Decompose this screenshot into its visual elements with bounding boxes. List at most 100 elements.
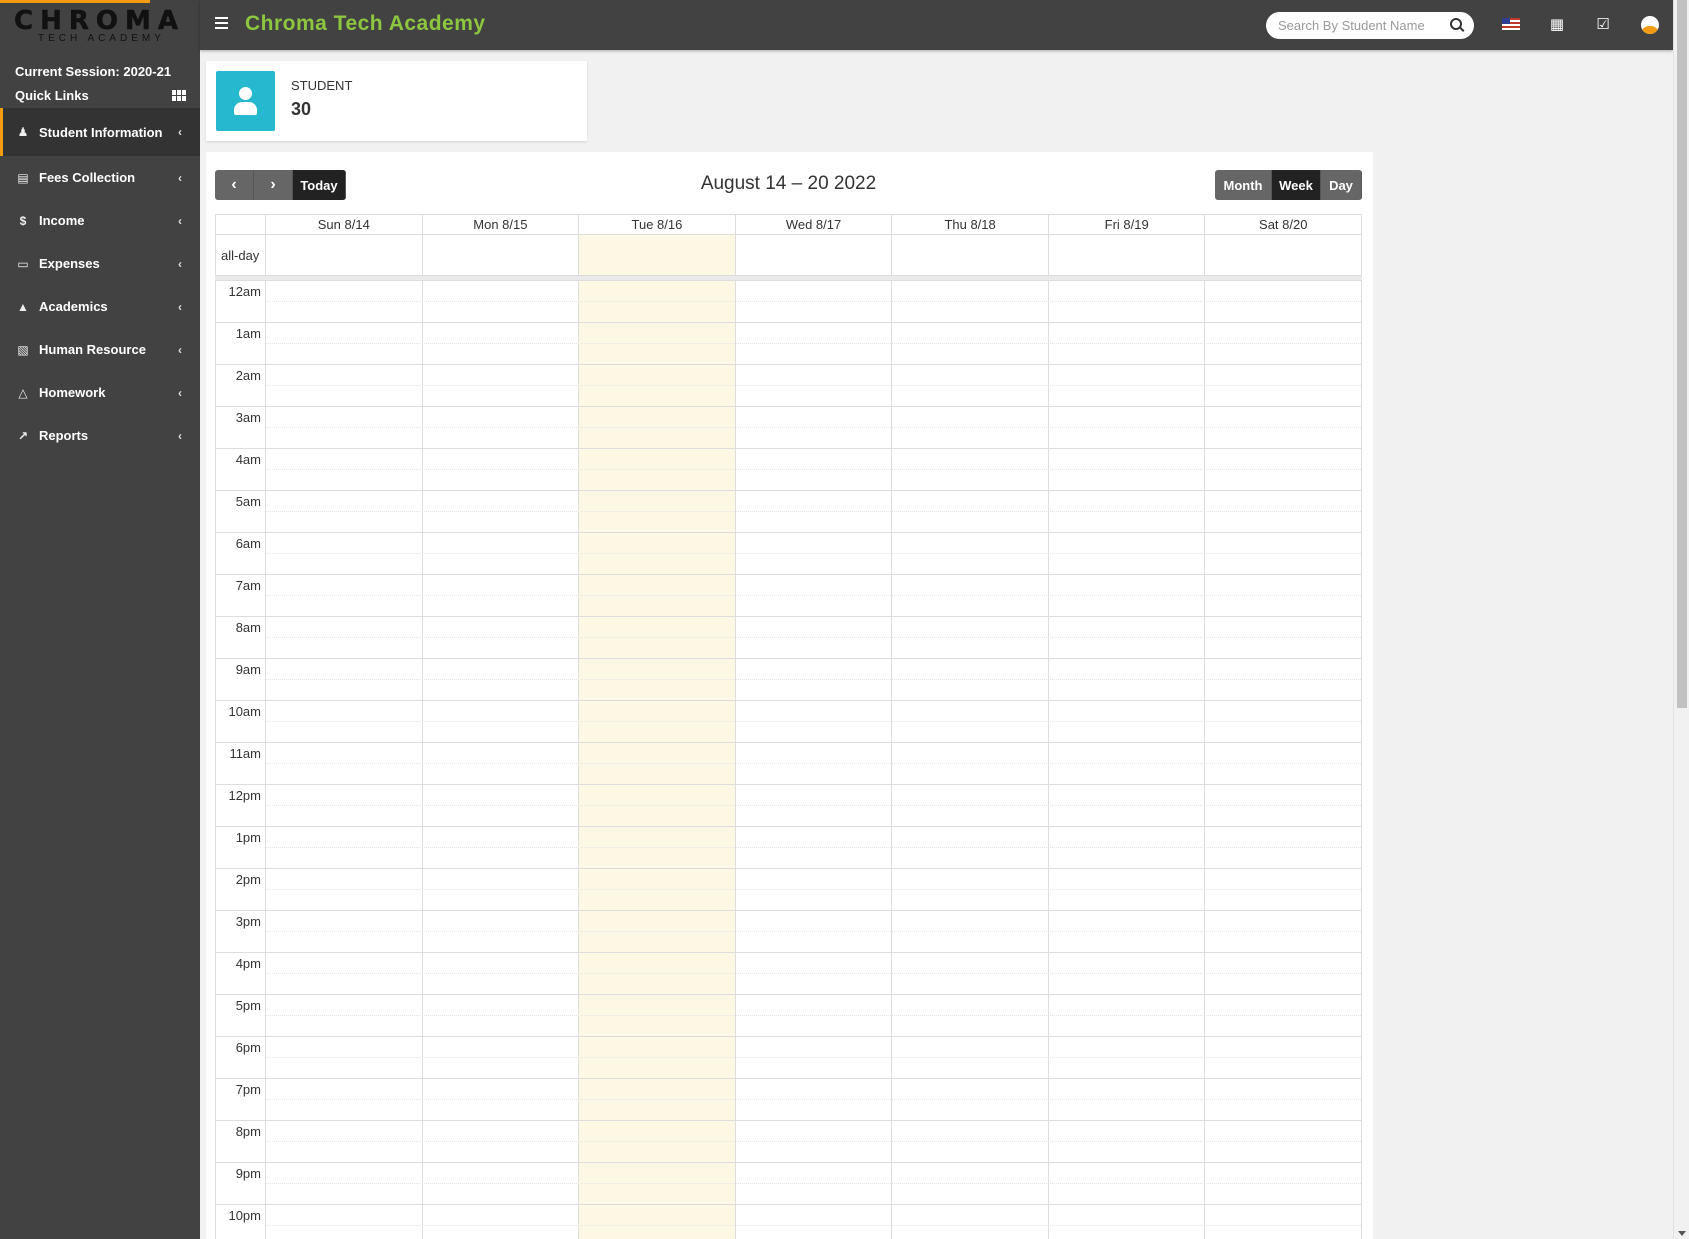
month-view-button[interactable]: Month (1215, 170, 1272, 200)
time-slot-cell[interactable] (266, 1121, 423, 1162)
time-slot-cell[interactable] (266, 407, 423, 448)
sidebar-item-income[interactable]: $ Income ‹ (0, 199, 200, 242)
time-slot-cell[interactable] (423, 743, 580, 784)
time-slot-cell[interactable] (736, 995, 893, 1036)
time-slot-cell[interactable] (423, 1121, 580, 1162)
time-slot-cell[interactable] (892, 659, 1049, 700)
all-day-cell[interactable] (736, 235, 893, 275)
time-slot-cell-today[interactable] (579, 1037, 736, 1078)
time-slot-cell[interactable] (266, 953, 423, 994)
time-slot-cell[interactable] (1049, 701, 1206, 742)
time-slot-cell[interactable] (266, 1079, 423, 1120)
time-slot-cell[interactable] (1049, 1037, 1206, 1078)
time-slot-cell[interactable] (423, 491, 580, 532)
time-slot-cell[interactable] (892, 1163, 1049, 1204)
all-day-cell[interactable] (892, 235, 1049, 275)
time-slot-cell[interactable] (1049, 995, 1206, 1036)
student-count-card[interactable]: STUDENT 30 (206, 61, 587, 141)
time-slot-cell[interactable] (892, 869, 1049, 910)
time-slot-cell-today[interactable] (579, 533, 736, 574)
time-slot-cell[interactable] (892, 953, 1049, 994)
time-slot-cell[interactable] (266, 743, 423, 784)
time-slot-cell[interactable] (736, 1205, 893, 1239)
time-slot-cell[interactable] (1205, 869, 1361, 910)
time-slot-cell[interactable] (1049, 743, 1206, 784)
calendar-icon[interactable]: ▦ (1548, 15, 1566, 33)
time-slot-cell[interactable] (423, 911, 580, 952)
next-week-button[interactable]: › (254, 170, 293, 200)
sidebar-item-human-resource[interactable]: ▧ Human Resource ‹ (0, 328, 200, 371)
time-slot-cell[interactable] (736, 407, 893, 448)
time-slot-cell[interactable] (892, 449, 1049, 490)
time-slot-cell-today[interactable] (579, 1205, 736, 1239)
all-day-cell[interactable] (1205, 235, 1361, 275)
time-slot-cell[interactable] (1049, 953, 1206, 994)
time-slot-cell[interactable] (423, 701, 580, 742)
time-slot-cell-today[interactable] (579, 953, 736, 994)
day-view-button[interactable]: Day (1321, 170, 1362, 200)
time-slot-cell[interactable] (736, 953, 893, 994)
scrollbar-thumb[interactable] (1677, 0, 1687, 708)
time-slot-cell[interactable] (892, 323, 1049, 364)
time-slot-cell[interactable] (423, 827, 580, 868)
time-slot-cell[interactable] (423, 659, 580, 700)
time-slot-cell[interactable] (1049, 575, 1206, 616)
time-slot-cell[interactable] (736, 869, 893, 910)
time-slot-cell[interactable] (736, 701, 893, 742)
time-slot-cell-today[interactable] (579, 743, 736, 784)
time-slot-cell[interactable] (423, 1037, 580, 1078)
time-slot-cell[interactable] (1049, 1205, 1206, 1239)
time-slot-cell[interactable] (423, 995, 580, 1036)
time-slot-cell[interactable] (266, 1205, 423, 1239)
time-slot-cell[interactable] (1049, 491, 1206, 532)
time-slot-cell[interactable] (266, 575, 423, 616)
sidebar-item-academics[interactable]: ▲ Academics ‹ (0, 285, 200, 328)
time-slot-cell[interactable] (1205, 1163, 1361, 1204)
time-slot-cell[interactable] (736, 491, 893, 532)
time-slot-cell[interactable] (1049, 281, 1206, 322)
time-slot-cell[interactable] (1205, 701, 1361, 742)
time-slot-cell[interactable] (736, 281, 893, 322)
time-slot-cell[interactable] (736, 1163, 893, 1204)
time-slot-cell[interactable] (1205, 1037, 1361, 1078)
all-day-cell-today[interactable] (579, 235, 736, 275)
all-day-cell[interactable] (1049, 235, 1206, 275)
time-slot-cell[interactable] (1205, 365, 1361, 406)
time-slot-cell[interactable] (736, 533, 893, 574)
time-slot-cell[interactable] (1205, 659, 1361, 700)
grid-icon[interactable] (172, 89, 186, 101)
time-slot-cell[interactable] (736, 575, 893, 616)
time-slot-cell[interactable] (892, 407, 1049, 448)
sidebar-item-student-information[interactable]: ♟ Student Information ‹ (0, 108, 200, 156)
time-slot-cell[interactable] (1049, 785, 1206, 826)
today-button[interactable]: Today (293, 170, 346, 200)
time-slot-cell-today[interactable] (579, 1079, 736, 1120)
time-slot-cell[interactable] (736, 743, 893, 784)
time-slot-cell-today[interactable] (579, 869, 736, 910)
time-slot-cell[interactable] (736, 827, 893, 868)
time-slot-cell[interactable] (266, 491, 423, 532)
time-slot-cell[interactable] (892, 701, 1049, 742)
time-slot-cell-today[interactable] (579, 323, 736, 364)
time-slot-cell[interactable] (736, 1121, 893, 1162)
time-slot-cell-today[interactable] (579, 617, 736, 658)
time-slot-cell[interactable] (423, 785, 580, 826)
time-slot-cell[interactable] (736, 365, 893, 406)
time-slot-cell-today[interactable] (579, 407, 736, 448)
time-slot-cell-today[interactable] (579, 827, 736, 868)
time-slot-cell[interactable] (736, 617, 893, 658)
time-slot-cell[interactable] (1205, 617, 1361, 658)
scroll-down-icon[interactable] (1678, 1231, 1686, 1236)
time-slot-cell[interactable] (1049, 533, 1206, 574)
time-slot-cell[interactable] (266, 701, 423, 742)
time-slot-cell[interactable] (1205, 1079, 1361, 1120)
search-icon[interactable] (1450, 18, 1462, 30)
time-slot-cell[interactable] (736, 785, 893, 826)
sidebar-item-fees-collection[interactable]: ▤ Fees Collection ‹ (0, 156, 200, 199)
time-slot-cell[interactable] (1205, 533, 1361, 574)
time-slot-cell[interactable] (1205, 323, 1361, 364)
sidebar-item-expenses[interactable]: ▭ Expenses ‹ (0, 242, 200, 285)
time-slot-cell[interactable] (1049, 407, 1206, 448)
time-slot-cell[interactable] (892, 281, 1049, 322)
all-day-cell[interactable] (266, 235, 423, 275)
